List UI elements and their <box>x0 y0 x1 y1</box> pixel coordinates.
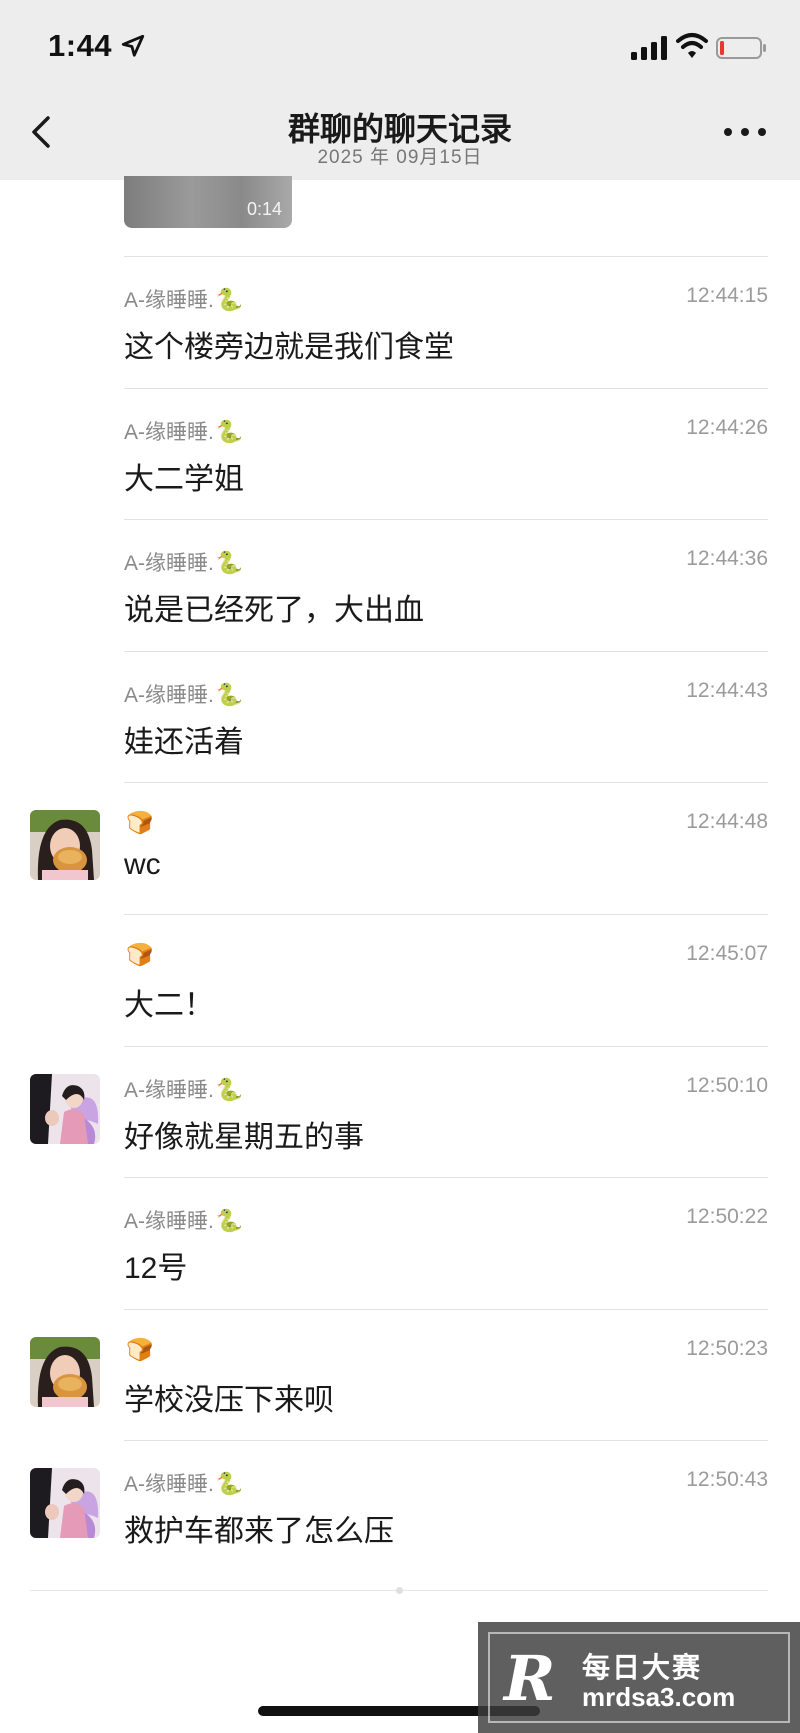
more-options-icon[interactable] <box>722 120 768 144</box>
message-text: 大二学姐 <box>124 463 244 496</box>
message-text: 12号 <box>124 1252 188 1285</box>
message-divider <box>124 256 768 257</box>
message-row[interactable]: A-缘睡睡.🐍 12:44:26 大二学姐 <box>0 388 800 520</box>
watermark-frame: R 每日大赛 mrdsa3.com <box>488 1632 790 1723</box>
sender-name: A-缘睡睡. <box>124 684 214 707</box>
message-divider <box>124 651 768 652</box>
message-sender: 🍞 <box>124 810 153 836</box>
message-row[interactable]: A-缘睡睡.🐍 12:50:43 救护车都来了怎么压 <box>0 1440 800 1572</box>
message-text: 娃还活着 <box>124 726 244 759</box>
battery-low-icon <box>716 37 766 59</box>
message-divider <box>124 388 768 389</box>
watermark-logo: R <box>504 1642 556 1715</box>
message-row[interactable]: 🍞 12:50:23 学校没压下来呗 <box>0 1309 800 1441</box>
message-sender: A-缘睡睡.🐍 <box>124 1074 243 1104</box>
snake-emoji-icon: 🐍 <box>215 1077 244 1102</box>
bread-emoji-icon: 🍞 <box>126 810 154 835</box>
video-message-thumbnail[interactable]: 0:14 <box>124 176 292 228</box>
message-text: 大二！ <box>124 989 214 1022</box>
avatar-girl-with-bread[interactable] <box>30 810 100 880</box>
navigation-bar: 群聊的聊天记录 2025 年 09月15日 <box>0 90 800 180</box>
wifi-icon <box>676 33 708 58</box>
snake-emoji-icon: 🐍 <box>215 287 244 312</box>
snake-emoji-icon: 🐍 <box>215 1208 244 1233</box>
header-region: 1:44 群聊的聊天记录 2025 年 09月15日 <box>0 0 800 180</box>
watermark: R 每日大赛 mrdsa3.com <box>478 1622 800 1733</box>
sender-name: A-缘睡睡. <box>124 1079 214 1102</box>
snake-emoji-icon: 🐍 <box>215 550 244 575</box>
message-divider <box>124 519 768 520</box>
status-time: 1:44 <box>48 28 113 63</box>
message-divider <box>124 782 768 783</box>
message-divider <box>124 914 768 915</box>
message-divider <box>124 1309 768 1310</box>
message-text: wc <box>124 848 161 881</box>
watermark-title: 每日大赛 <box>582 1652 703 1683</box>
location-arrow-icon <box>121 34 145 57</box>
avatar-fairy-girls[interactable] <box>30 1468 100 1538</box>
message-divider <box>124 1046 768 1047</box>
status-bar: 1:44 <box>0 0 800 90</box>
message-text: 救护车都来了怎么压 <box>124 1515 394 1548</box>
message-timestamp: 12:50:10 <box>686 1074 768 1097</box>
sender-name: A-缘睡睡. <box>124 289 214 312</box>
list-end-dot <box>396 1587 403 1594</box>
message-text: 学校没压下来呗 <box>124 1384 334 1417</box>
message-sender: A-缘睡睡.🐍 <box>124 1205 243 1235</box>
message-sender: A-缘睡睡.🐍 <box>124 547 243 577</box>
message-sender: A-缘睡睡.🐍 <box>124 416 243 446</box>
watermark-url: mrdsa3.com <box>582 1682 736 1712</box>
message-row[interactable]: A-缘睡睡.🐍 12:44:15 这个楼旁边就是我们食堂 <box>0 256 800 388</box>
message-sender: A-缘睡睡.🐍 <box>124 1468 243 1498</box>
bread-emoji-icon: 🍞 <box>126 942 154 967</box>
message-timestamp: 12:44:15 <box>686 284 768 307</box>
message-timestamp: 12:45:07 <box>686 942 768 965</box>
message-timestamp: 12:44:36 <box>686 547 768 570</box>
message-text: 好像就星期五的事 <box>124 1121 364 1154</box>
message-row[interactable]: 🍞 12:45:07 大二！ <box>0 914 800 1046</box>
message-text: 这个楼旁边就是我们食堂 <box>124 331 454 364</box>
snake-emoji-icon: 🐍 <box>215 419 244 444</box>
snake-emoji-icon: 🐍 <box>215 1471 244 1496</box>
message-row[interactable]: A-缘睡睡.🐍 12:44:36 说是已经死了，大出血 <box>0 519 800 651</box>
message-sender: A-缘睡睡.🐍 <box>124 679 243 709</box>
message-divider <box>124 1440 768 1441</box>
cellular-signal-icon <box>631 36 667 60</box>
message-timestamp: 12:44:48 <box>686 810 768 833</box>
page-subtitle-date: 2025 年 09月15日 <box>317 147 483 168</box>
message-timestamp: 12:44:26 <box>686 416 768 439</box>
message-timestamp: 12:44:43 <box>686 679 768 702</box>
sender-name: A-缘睡睡. <box>124 421 214 444</box>
message-sender: 🍞 <box>124 942 153 968</box>
message-sender: 🍞 <box>124 1337 153 1363</box>
message-timestamp: 12:50:23 <box>686 1337 768 1360</box>
message-row[interactable]: A-缘睡睡.🐍 12:44:43 娃还活着 <box>0 651 800 783</box>
video-duration: 0:14 <box>246 199 282 219</box>
message-sender: A-缘睡睡.🐍 <box>124 284 243 314</box>
avatar-girl-with-bread[interactable] <box>30 1337 100 1407</box>
message-timestamp: 12:50:43 <box>686 1468 768 1491</box>
message-divider <box>124 1177 768 1178</box>
sender-name: A-缘睡睡. <box>124 1473 214 1496</box>
message-text: 说是已经死了，大出血 <box>124 594 424 627</box>
message-row[interactable]: A-缘睡睡.🐍 12:50:22 12号 <box>0 1177 800 1309</box>
snake-emoji-icon: 🐍 <box>215 682 244 707</box>
message-row[interactable]: A-缘睡睡.🐍 12:50:10 好像就星期五的事 <box>0 1046 800 1178</box>
sender-name: A-缘睡睡. <box>124 552 214 575</box>
bread-emoji-icon: 🍞 <box>126 1337 154 1362</box>
message-row[interactable]: 🍞 12:44:48 wc <box>0 782 800 914</box>
sender-name: A-缘睡睡. <box>124 1210 214 1233</box>
avatar-fairy-girls[interactable] <box>30 1074 100 1144</box>
message-timestamp: 12:50:22 <box>686 1205 768 1228</box>
